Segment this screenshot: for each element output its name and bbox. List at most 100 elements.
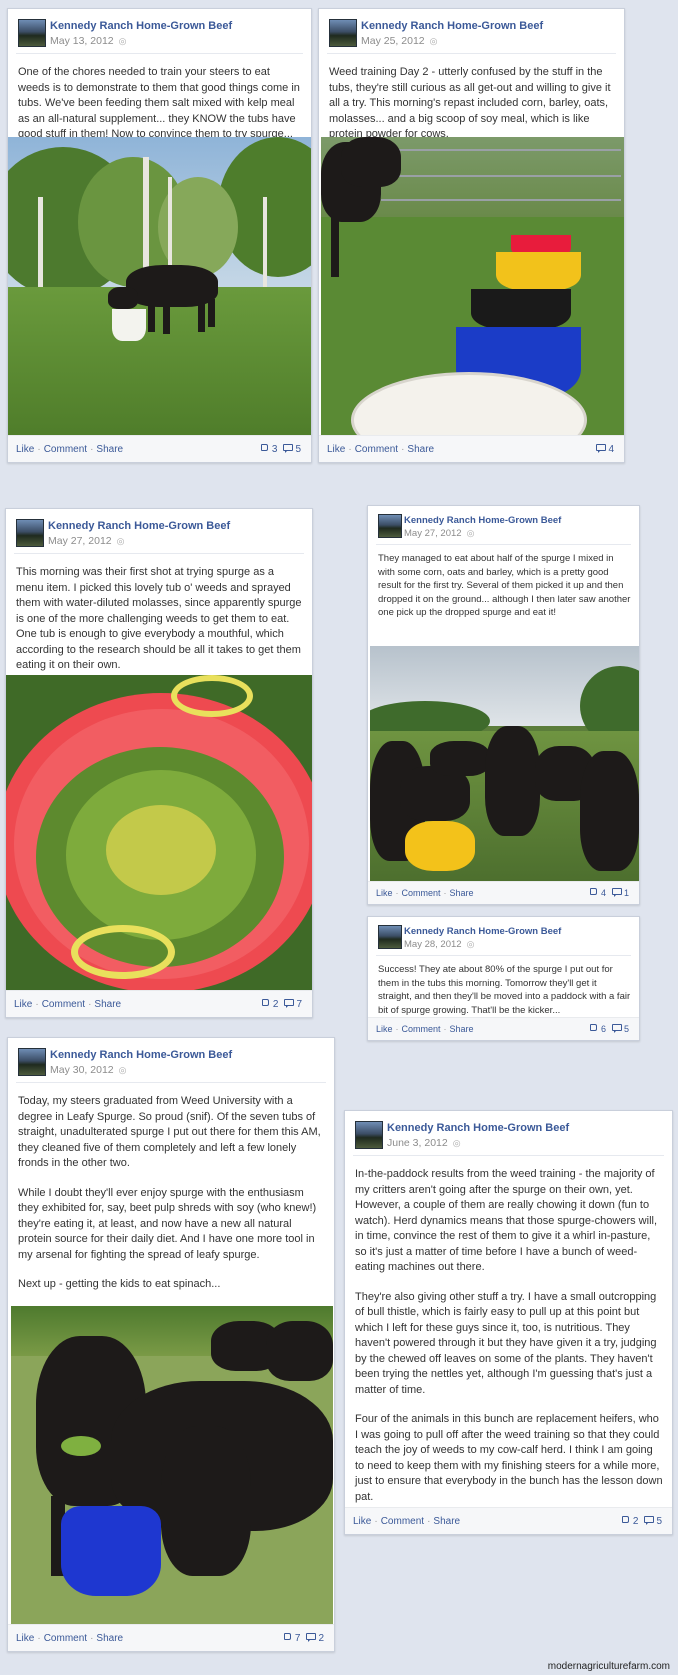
comment-count[interactable]: 2 [318,1633,324,1644]
page-avatar[interactable] [16,519,44,547]
share-link[interactable]: Share [407,444,434,455]
comment-bubble-icon [306,1632,317,1642]
comment-link[interactable]: Comment [402,1024,441,1034]
like-link[interactable]: Like [376,888,393,898]
comment-count[interactable]: 5 [656,1516,662,1527]
post-card-3: Kennedy Ranch Home-Grown Beef May 27, 20… [5,508,313,1018]
page-avatar[interactable] [355,1121,383,1149]
post-photo[interactable] [370,646,639,881]
comment-bubble-icon [284,998,295,1008]
page-avatar[interactable] [329,19,357,47]
like-link[interactable]: Like [16,1633,34,1644]
like-count[interactable]: 2 [633,1516,639,1527]
post-date[interactable]: May 27, 2012 ◎ [48,535,125,547]
post-footer: Like · Comment · Share 41 [368,881,639,904]
like-count[interactable]: 4 [601,888,606,898]
thumbs-up-icon [260,443,270,453]
share-link[interactable]: Share [450,888,474,898]
divider [14,553,304,554]
share-link[interactable]: Share [96,1633,123,1644]
comment-count[interactable]: 4 [608,444,614,455]
post-photo[interactable] [6,675,312,993]
thumbs-up-icon [621,1515,631,1525]
page-avatar[interactable] [378,514,402,538]
post-paragraph: Today, my steers graduated from Weed Uni… [18,1095,321,1169]
divider [376,544,631,545]
comment-link[interactable]: Comment [402,888,441,898]
post-date[interactable]: May 27, 2012 ◎ [404,528,474,539]
thumbs-up-icon [589,1023,599,1033]
post-header: Kennedy Ranch Home-Grown Beef June 3, 20… [345,1111,672,1156]
share-link[interactable]: Share [96,444,123,455]
comment-bubble-icon [596,443,607,453]
page-avatar[interactable] [18,19,46,47]
post-photo[interactable] [11,1306,333,1626]
post-photo[interactable] [321,137,624,437]
comment-link[interactable]: Comment [44,444,87,455]
post-header: Kennedy Ranch Home-Grown Beef May 25, 20… [319,9,624,54]
post-header: Kennedy Ranch Home-Grown Beef May 27, 20… [368,506,639,545]
post-footer: Like · Comment · Share 65 [368,1017,639,1040]
post-date[interactable]: May 28, 2012 ◎ [404,939,474,950]
post-card-2: Kennedy Ranch Home-Grown Beef May 25, 20… [318,8,625,463]
share-link[interactable]: Share [433,1516,460,1527]
post-text: In-the-paddock results from the weed tra… [345,1155,672,1505]
post-photo[interactable] [8,137,311,437]
divider [376,955,631,956]
page-name-link[interactable]: Kennedy Ranch Home-Grown Beef [404,926,561,937]
divider [16,1082,326,1083]
page-name-link[interactable]: Kennedy Ranch Home-Grown Beef [48,520,230,532]
post-paragraph: They're also giving other stuff a try. I… [355,1290,657,1396]
like-link[interactable]: Like [14,999,32,1010]
page-name-link[interactable]: Kennedy Ranch Home-Grown Beef [404,515,561,526]
divider [353,1155,664,1156]
post-text: One of the chores needed to train your s… [8,53,311,143]
post-text: They managed to eat about half of the sp… [368,544,639,620]
comment-count[interactable]: 1 [624,888,629,898]
comment-link[interactable]: Comment [44,1633,87,1644]
comment-bubble-icon [611,887,622,897]
like-count[interactable]: 6 [601,1024,606,1034]
post-date[interactable]: May 25, 2012 ◎ [361,35,438,47]
thumbs-up-icon [589,887,599,897]
globe-icon: ◎ [116,536,125,546]
globe-icon: ◎ [466,528,475,538]
like-count[interactable]: 3 [272,444,278,455]
like-link[interactable]: Like [16,444,34,455]
post-card-5: Kennedy Ranch Home-Grown Beef May 28, 20… [367,916,640,1041]
post-footer: Like · Comment · Share 25 [345,1507,672,1534]
share-link[interactable]: Share [450,1024,474,1034]
post-header: Kennedy Ranch Home-Grown Beef May 28, 20… [368,917,639,956]
like-link[interactable]: Like [376,1024,393,1034]
page-name-link[interactable]: Kennedy Ranch Home-Grown Beef [361,20,543,32]
post-date[interactable]: May 30, 2012 ◎ [50,1064,127,1076]
post-paragraph: Next up - getting the kids to eat spinac… [18,1278,221,1290]
page-name-link[interactable]: Kennedy Ranch Home-Grown Beef [50,1049,232,1061]
like-count[interactable]: 7 [295,1633,301,1644]
like-link[interactable]: Like [327,444,345,455]
post-card-4: Kennedy Ranch Home-Grown Beef May 27, 20… [367,505,640,905]
globe-icon: ◎ [452,1138,461,1148]
comment-bubble-icon [644,1515,655,1525]
comment-count[interactable]: 5 [295,444,301,455]
comment-link[interactable]: Comment [355,444,398,455]
post-paragraph: Weed training Day 2 - utterly confused b… [329,66,611,140]
comment-link[interactable]: Comment [42,999,85,1010]
post-date[interactable]: May 13, 2012 ◎ [50,35,127,47]
comment-count[interactable]: 5 [624,1024,629,1034]
page-avatar[interactable] [378,925,402,949]
post-text: Success! They ate about 80% of the spurg… [368,955,639,1017]
share-link[interactable]: Share [94,999,121,1010]
post-text: Weed training Day 2 - utterly confused b… [319,53,624,143]
post-footer: Like · Comment · Share 35 [8,435,311,462]
like-link[interactable]: Like [353,1516,371,1527]
comment-link[interactable]: Comment [381,1516,424,1527]
post-card-1: Kennedy Ranch Home-Grown Beef May 13, 20… [7,8,312,463]
post-paragraph: This morning was their first shot at try… [16,566,302,671]
like-count[interactable]: 2 [273,999,279,1010]
page-avatar[interactable] [18,1048,46,1076]
page-name-link[interactable]: Kennedy Ranch Home-Grown Beef [387,1122,569,1134]
comment-count[interactable]: 7 [296,999,302,1010]
post-date[interactable]: June 3, 2012 ◎ [387,1137,461,1149]
page-name-link[interactable]: Kennedy Ranch Home-Grown Beef [50,20,232,32]
